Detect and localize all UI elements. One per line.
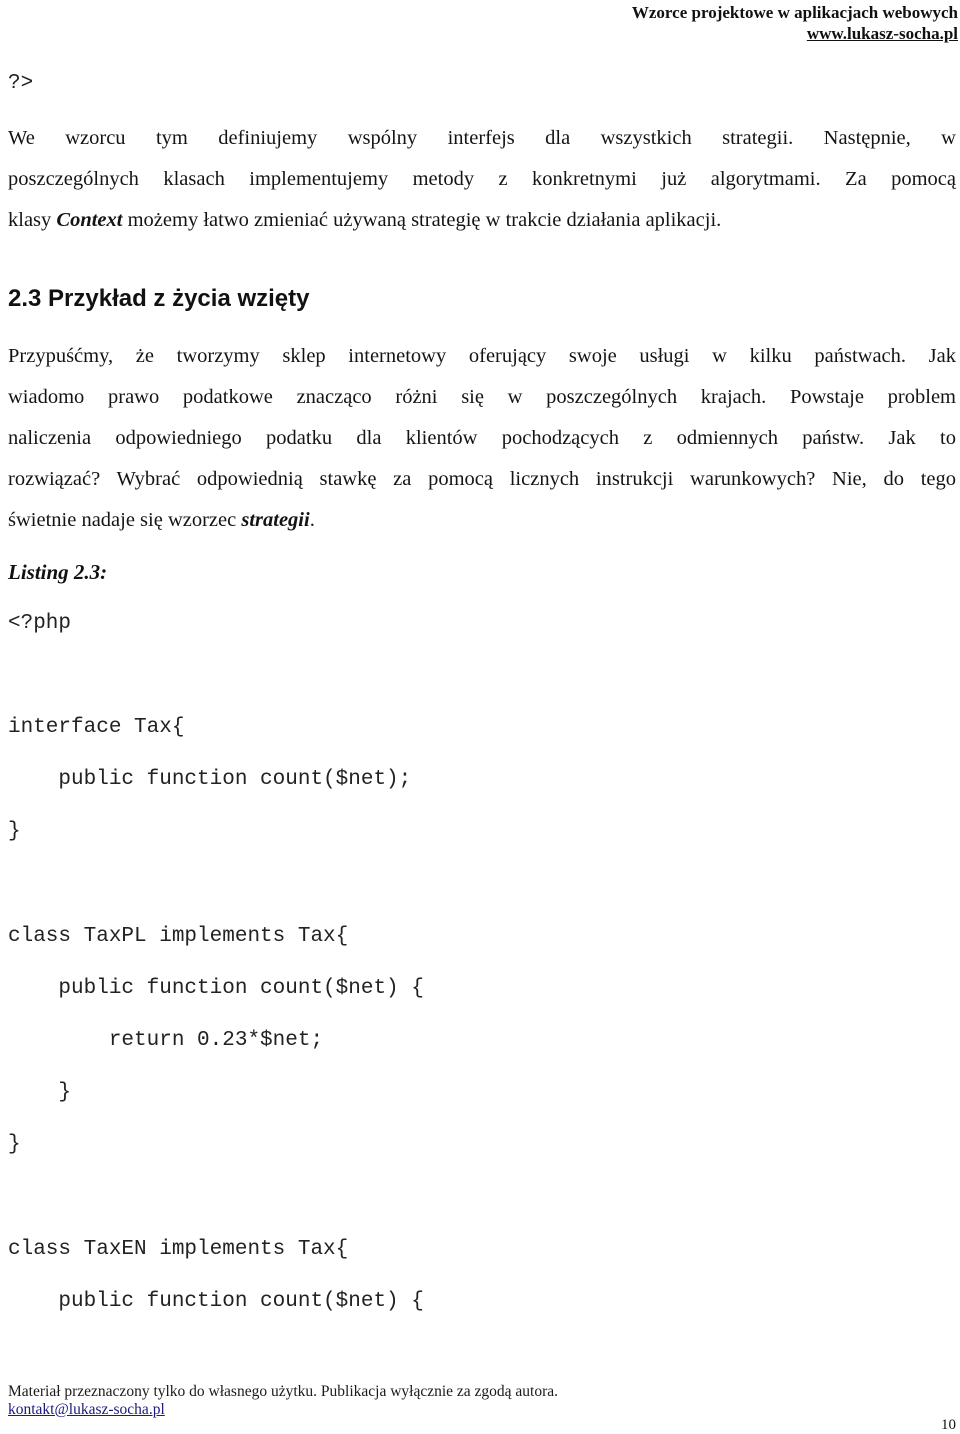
text-fragment: świetnie nadaje się wzorzec: [8, 509, 242, 531]
code-line: public function count($net) {: [8, 1290, 424, 1313]
section-heading: 2.3 Przykład z życia wzięty: [8, 285, 310, 312]
intro-paragraph: We wzorcu tym definiujemy wspólny interf…: [8, 118, 956, 241]
example-paragraph: Przypuśćmy, że tworzymy sklep internetow…: [8, 336, 956, 541]
paragraph-line: wiadomo prawo podatkowe znacząco różni s…: [8, 386, 956, 408]
paragraph-line: poszczególnych klasach implementujemy me…: [8, 168, 956, 190]
page-footer: Materiał przeznaczony tylko do własnego …: [8, 1383, 558, 1419]
paragraph-line: Przypuśćmy, że tworzymy sklep internetow…: [8, 345, 956, 367]
code-line: }: [8, 820, 21, 843]
page-number: 10: [941, 1417, 956, 1433]
code-line: <?php: [8, 612, 72, 635]
text-fragment: możemy łatwo zmieniać używaną strategię …: [122, 209, 722, 231]
usage-notice: Materiał przeznaczony tylko do własnego …: [8, 1383, 559, 1400]
listing-label: Listing 2.3:: [8, 560, 108, 584]
website-link[interactable]: www.lukasz-socha.pl: [632, 23, 958, 44]
paragraph-line: naliczenia odpowiedniego podatku dla kli…: [8, 427, 956, 449]
text-fragment: klasy: [8, 209, 57, 231]
paragraph-line: rozwiązać? Wybrać odpowiednią stawkę za …: [8, 468, 956, 490]
code-line: return 0.23*$net;: [8, 1029, 324, 1052]
code-line: }: [8, 1133, 21, 1156]
text-fragment: .: [309, 509, 315, 531]
code-line: interface Tax{: [8, 716, 185, 739]
code-line: public function count($net);: [8, 768, 412, 791]
paragraph-line: świetnie nadaje się wzorzec strategii.: [8, 500, 956, 541]
code-line: }: [8, 1081, 72, 1104]
strategy-term: strategii: [241, 509, 310, 531]
code-line: class TaxPL implements Tax{: [8, 925, 349, 948]
contact-email-link[interactable]: kontakt@lukasz-socha.pl: [8, 1401, 558, 1419]
code-closing-tag: ?>: [8, 72, 34, 95]
code-line: public function count($net) {: [8, 977, 424, 1000]
code-line: class TaxEN implements Tax{: [8, 1238, 349, 1261]
paragraph-line: We wzorcu tym definiujemy wspólny interf…: [8, 127, 956, 149]
paragraph-line: klasy Context możemy łatwo zmieniać używ…: [8, 200, 956, 241]
page-header: Wzorce projektowe w aplikacjach webowych…: [632, 2, 958, 44]
context-class-name: Context: [56, 209, 123, 231]
document-title: Wzorce projektowe w aplikacjach webowych: [631, 3, 958, 22]
